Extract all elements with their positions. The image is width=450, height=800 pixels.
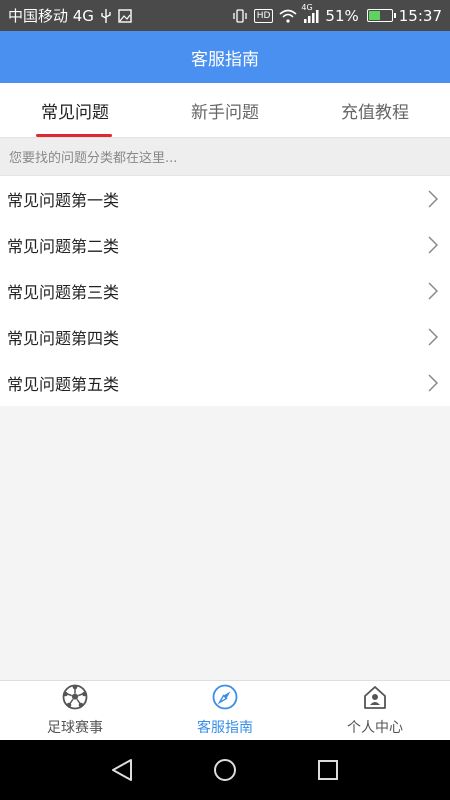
image-icon	[118, 8, 132, 23]
list-item-label: 常见问题第五类	[7, 375, 120, 394]
tab-common-questions[interactable]: 常见问题	[0, 83, 150, 137]
nav-label: 客服指南	[197, 720, 253, 736]
soccer-ball-icon	[62, 684, 88, 714]
list-item[interactable]: 常见问题第三类	[0, 268, 450, 314]
recent-apps-square-icon	[318, 760, 339, 780]
nav-service-guide[interactable]: 客服指南	[150, 681, 300, 740]
title-bar: 客服指南	[0, 31, 450, 83]
chevron-right-icon	[428, 282, 438, 300]
list-item-label: 常见问题第三类	[7, 283, 120, 302]
tab-bar: 常见问题 新手问题 充值教程	[0, 83, 450, 138]
nav-personal-center[interactable]: 个人中心	[300, 681, 450, 740]
house-user-icon	[362, 684, 388, 714]
chevron-right-icon	[428, 374, 438, 392]
chevron-right-icon	[428, 236, 438, 254]
recent-apps-button[interactable]	[308, 750, 348, 790]
signal-label: 4G	[301, 2, 313, 12]
status-bar: 中国移动 4G HD 4G 51% 15:37	[0, 0, 450, 31]
home-circle-icon	[213, 759, 236, 781]
tab-label: 新手问题	[191, 102, 259, 123]
tab-label: 充值教程	[341, 102, 409, 123]
list-item-label: 常见问题第一类	[7, 191, 120, 210]
page-title: 客服指南	[191, 49, 259, 70]
compass-icon	[212, 684, 238, 714]
home-button[interactable]	[205, 750, 245, 790]
battery-icon	[366, 9, 396, 22]
wifi-icon	[279, 9, 297, 23]
chevron-right-icon	[428, 190, 438, 208]
tab-recharge-tutorial[interactable]: 充值教程	[300, 83, 450, 137]
list-item[interactable]: 常见问题第五类	[0, 360, 450, 406]
nav-label: 足球赛事	[47, 720, 103, 736]
list-item-label: 常见问题第二类	[7, 237, 120, 256]
tab-label: 常见问题	[41, 102, 109, 123]
nav-football-events[interactable]: 足球赛事	[0, 681, 150, 740]
status-right: HD 4G 51% 15:37	[232, 3, 442, 25]
vibrate-icon	[232, 8, 248, 23]
list-item[interactable]: 常见问题第四类	[0, 314, 450, 360]
list-item[interactable]: 常见问题第一类	[0, 176, 450, 222]
usb-icon	[100, 8, 112, 23]
screen: 中国移动 4G HD 4G 51% 15:37 客服指南 常见问题 新手问题 充…	[0, 0, 450, 800]
tab-indicator	[36, 134, 112, 137]
signal-icon: 4G	[301, 3, 319, 23]
list-item-label: 常见问题第四类	[7, 329, 120, 348]
battery-fill	[368, 11, 380, 20]
question-category-list: 常见问题第一类 常见问题第二类 常见问题第三类 常见问题第四类 常见问题第五类	[0, 176, 450, 406]
back-button[interactable]	[102, 750, 142, 790]
tab-beginner-questions[interactable]: 新手问题	[150, 83, 300, 137]
hint-text: 您要找的问题分类都在这里...	[0, 138, 450, 176]
hd-icon: HD	[253, 8, 274, 23]
nav-label: 个人中心	[347, 720, 403, 736]
carrier-label: 中国移动 4G	[8, 7, 94, 25]
clock: 15:37	[398, 6, 442, 25]
back-triangle-icon	[111, 759, 132, 781]
system-navigation-bar	[0, 740, 450, 800]
list-item[interactable]: 常见问题第二类	[0, 222, 450, 268]
status-left: 中国移动 4G	[8, 5, 132, 26]
chevron-right-icon	[428, 328, 438, 346]
battery-percent: 51%	[325, 6, 359, 25]
bottom-nav: 足球赛事 客服指南 个人中心	[0, 680, 450, 740]
